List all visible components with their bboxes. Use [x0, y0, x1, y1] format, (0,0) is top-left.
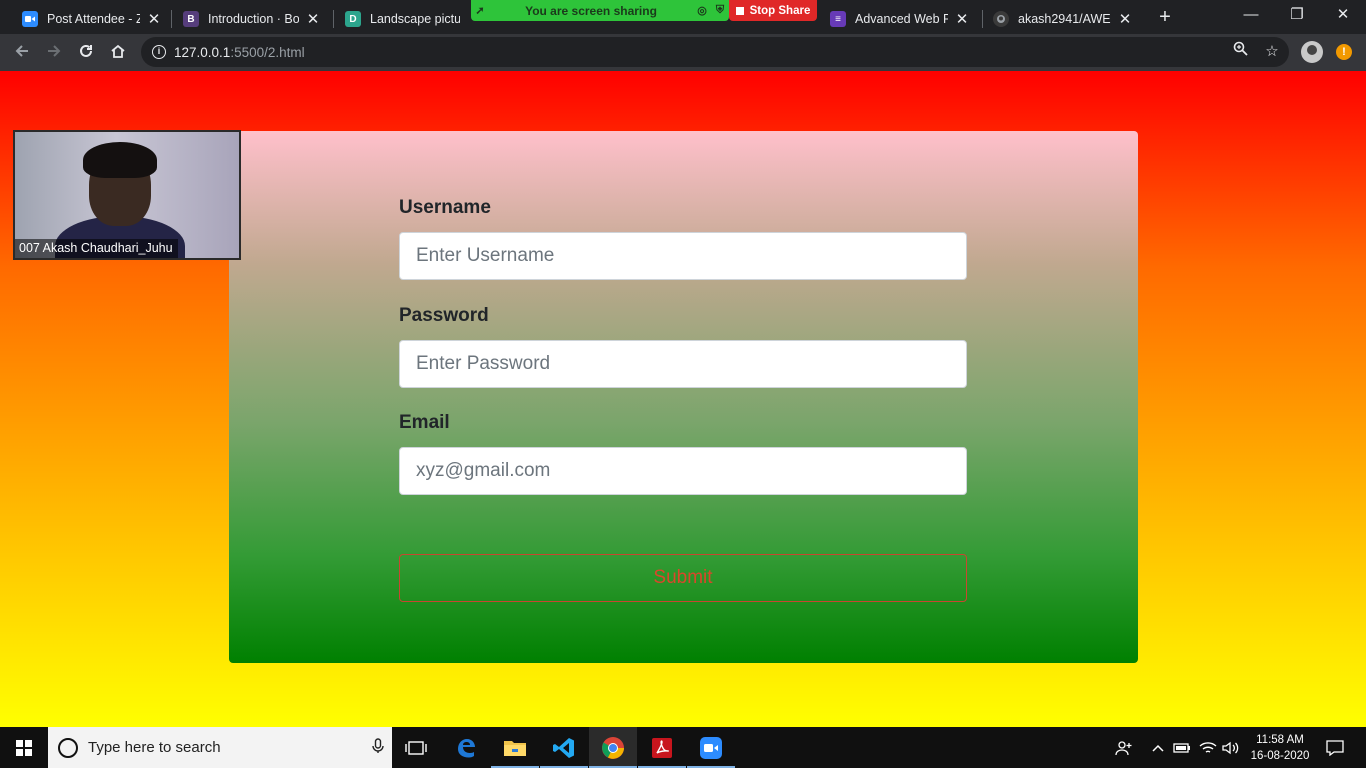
browser-tab-strip: Post Attendee - Zo ✕ B Introduction · Bo… — [0, 0, 1366, 34]
close-tab-icon[interactable]: ✕ — [305, 10, 321, 28]
share-status-icon: ➚ — [475, 5, 485, 17]
email-label: Email — [399, 412, 450, 433]
shield-icon: ⛨ — [715, 4, 725, 16]
username-input[interactable] — [399, 232, 967, 280]
minimize-button[interactable]: — — [1228, 0, 1274, 30]
home-button[interactable] — [104, 39, 132, 67]
forward-button[interactable] — [40, 39, 68, 67]
webcam-person-hair — [83, 142, 157, 178]
url-host: 127.0.0.1 — [174, 44, 231, 60]
submit-button[interactable]: Submit — [399, 554, 967, 602]
stop-icon — [735, 6, 744, 15]
password-input[interactable] — [399, 340, 967, 388]
webcam-video[interactable]: 007 Akash Chaudhari_Juhu — [13, 130, 241, 260]
acrobat-icon — [652, 737, 672, 758]
username-label: Username — [399, 197, 491, 218]
screen-sharing-text: You are screen sharing — [525, 3, 657, 18]
search-placeholder: Type here to search — [88, 739, 221, 756]
email-input[interactable] — [399, 447, 967, 495]
profile-avatar[interactable] — [1301, 41, 1323, 63]
windows-logo-icon — [16, 739, 32, 756]
microphone-icon[interactable] — [364, 738, 392, 757]
close-tab-icon[interactable]: ✕ — [146, 10, 162, 28]
arrow-right-icon — [48, 45, 61, 57]
edge-browser-button[interactable] — [442, 727, 490, 768]
forms-icon: ≡ — [830, 11, 846, 27]
tab-title: akash2941/AWEP- — [1018, 12, 1111, 26]
new-tab-button[interactable]: + — [1153, 6, 1177, 28]
chevron-up-icon[interactable] — [1148, 727, 1168, 768]
participant-name: 007 Akash Chaudhari_Juhu — [15, 239, 178, 258]
clock-time: 11:58 AM — [1256, 734, 1304, 746]
chrome-icon — [602, 736, 624, 759]
screen-sharing-bar: ➚ You are screen sharing ◎ ⛨ — [471, 0, 729, 21]
bookmark-star-icon[interactable]: ☆ — [1261, 41, 1283, 63]
password-label: Password — [399, 305, 489, 326]
task-view-button[interactable] — [392, 727, 440, 768]
form-card: Username Password Email Submit — [229, 131, 1138, 663]
close-tab-icon[interactable]: ✕ — [1117, 10, 1133, 28]
github-icon — [993, 11, 1009, 27]
start-button[interactable] — [0, 727, 48, 768]
edge-icon — [458, 738, 475, 757]
windows-taskbar: Type here to search 11:58 AM 16-08-2020 — [0, 727, 1366, 768]
home-icon — [111, 44, 125, 58]
address-bar[interactable]: i 127.0.0.1:5500/2.html ☆ — [141, 37, 1289, 67]
close-tab-icon[interactable]: ✕ — [954, 10, 970, 28]
tab-github-awep[interactable]: akash2941/AWEP- ✕ — [983, 4, 1143, 34]
vscode-button[interactable] — [540, 727, 588, 768]
reload-button[interactable] — [72, 39, 100, 67]
tab-title: Post Attendee - Zo — [47, 12, 140, 26]
clock-date: 16-08-2020 — [1250, 750, 1310, 762]
acrobat-button[interactable] — [638, 727, 686, 768]
arrow-left-icon — [15, 45, 28, 57]
volume-icon[interactable] — [1220, 727, 1242, 768]
url-path: :5500/2.html — [230, 44, 305, 60]
action-center-icon[interactable] — [1322, 727, 1348, 768]
pause-icon[interactable]: ◎ — [693, 4, 711, 17]
restore-button[interactable]: ❐ — [1274, 0, 1320, 30]
stop-share-label: Stop Share — [749, 4, 811, 17]
bootstrap-icon: B — [183, 11, 199, 27]
taskbar-search[interactable]: Type here to search — [48, 727, 392, 768]
folder-icon — [504, 740, 526, 756]
vscode-icon — [553, 737, 574, 758]
tab-divider — [171, 10, 172, 28]
zoom-icon — [22, 11, 38, 27]
people-icon[interactable] — [1112, 727, 1136, 768]
zoom-app-button[interactable] — [687, 727, 735, 768]
tab-title: Introduction · Boot — [208, 12, 299, 26]
stop-share-button[interactable]: Stop Share — [729, 0, 817, 21]
url-text: 127.0.0.1:5500/2.html — [174, 45, 305, 60]
file-explorer-button[interactable] — [491, 727, 539, 768]
tab-introduction-bootstrap[interactable]: B Introduction · Boot ✕ — [173, 4, 331, 34]
wifi-icon[interactable] — [1196, 727, 1220, 768]
zoom-magnifier-icon[interactable] — [1229, 41, 1251, 63]
browser-toolbar: i 127.0.0.1:5500/2.html ☆ ! — [0, 34, 1366, 71]
task-view-icon — [405, 740, 427, 755]
tab-landscape-pictures[interactable]: D Landscape pictures — [335, 4, 470, 34]
info-icon[interactable]: i — [152, 45, 166, 59]
tab-advanced-web[interactable]: ≡ Advanced Web Pro ✕ — [820, 4, 980, 34]
reload-icon — [80, 44, 92, 57]
cortana-icon — [58, 737, 78, 758]
back-button[interactable] — [8, 39, 36, 67]
zoom-icon — [700, 736, 722, 759]
taskbar-clock[interactable]: 11:58 AM 16-08-2020 — [1245, 732, 1315, 764]
chrome-button[interactable] — [589, 727, 637, 768]
tab-title: Advanced Web Pro — [855, 12, 948, 26]
tab-divider — [333, 10, 334, 28]
update-alert-icon[interactable]: ! — [1336, 44, 1352, 60]
close-window-button[interactable]: ✕ — [1320, 0, 1366, 30]
battery-icon[interactable] — [1172, 727, 1192, 768]
tab-post-attendee[interactable]: Post Attendee - Zo ✕ — [12, 4, 172, 34]
docs-icon: D — [345, 11, 361, 27]
tab-title: Landscape pictures — [370, 12, 460, 26]
